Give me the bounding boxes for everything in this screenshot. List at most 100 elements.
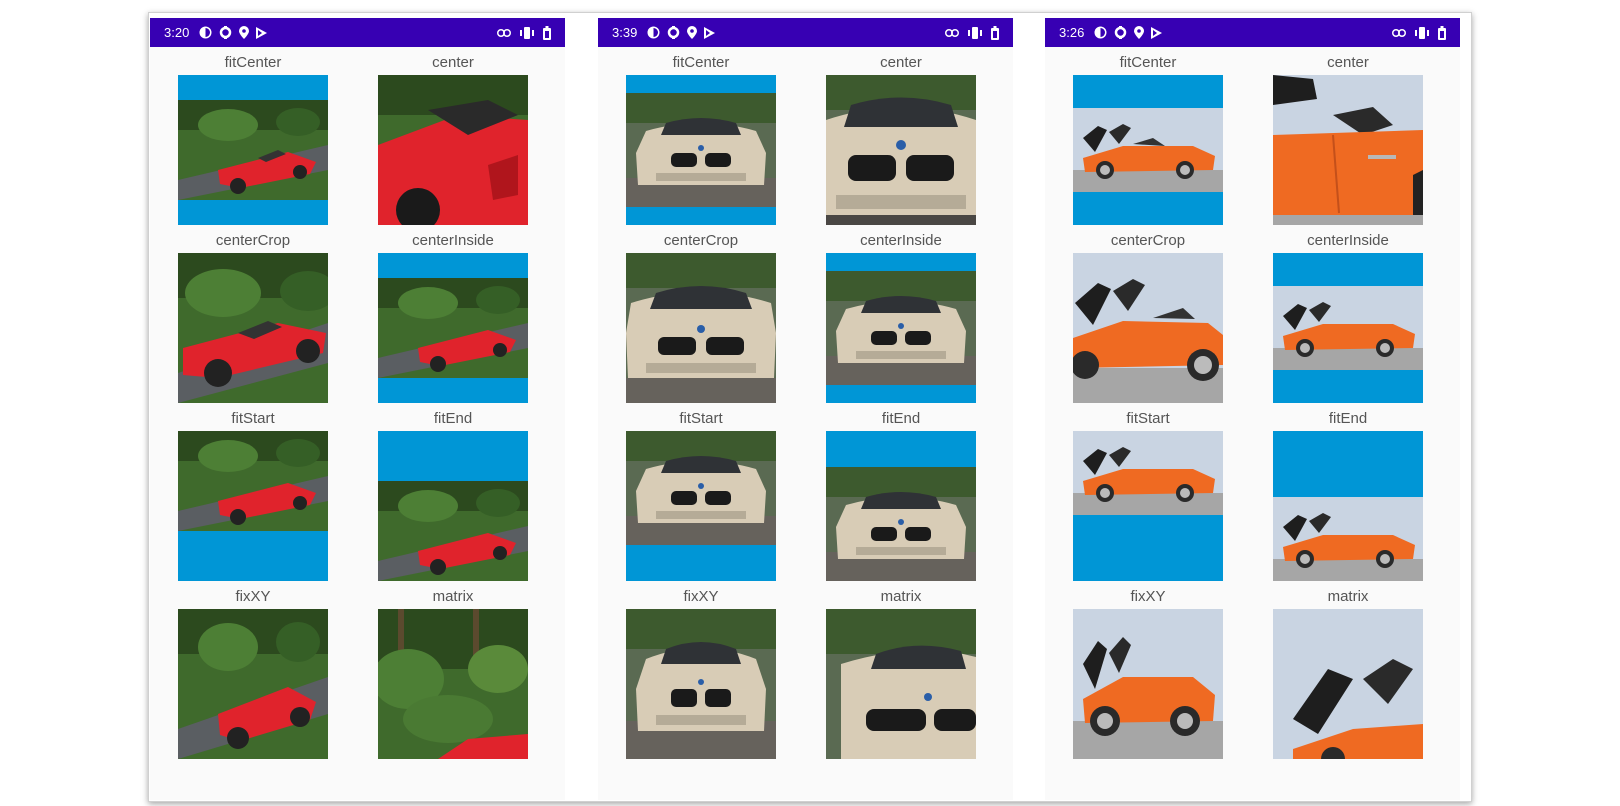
location-pin-icon [239,26,250,39]
fitcenter-image [626,75,776,225]
car-photo [1073,609,1223,759]
link-icon [1392,28,1406,37]
phone-screen-2: 3:39 fitCenter center centerCrop centerI… [598,18,1013,800]
car-photo [378,609,528,759]
matrix-label: matrix [880,588,922,605]
letterbox-band [178,200,328,225]
car-photo [178,100,328,200]
center-label: center [880,54,922,71]
fixxy-image [1073,609,1223,759]
fitend-image [1273,431,1423,581]
car-photo [378,481,528,581]
status-time: 3:20 [164,25,190,40]
car-photo [1273,609,1423,759]
center-label: center [432,54,474,71]
fixxy-label: fixXY [683,588,719,605]
matrix-image [1273,609,1423,759]
fitcenter-label: fitCenter [224,54,282,71]
letterbox-band [178,75,328,100]
car-photo [626,431,776,545]
settings-circle-icon [647,26,660,39]
centerinside-label: centerInside [412,232,494,249]
letterbox-band [826,385,976,403]
fitcenter-image [1073,75,1223,225]
fitcenter-label: fitCenter [1119,54,1177,71]
centerinside-label: centerInside [1307,232,1389,249]
matrix-label: matrix [1327,588,1369,605]
fitstart-image [626,431,776,581]
centercrop-image [1073,253,1223,403]
car-photo [178,431,328,531]
vibrate-icon [968,26,982,39]
letterbox-band [378,378,528,403]
vibrate-icon [520,26,534,39]
vibrate-icon [1415,26,1429,39]
matrix-image [378,609,528,759]
letterbox-band [1073,515,1223,581]
letterbox-band [1073,192,1223,225]
fixxy-image [178,609,328,759]
fitend-label: fitEnd [1328,410,1368,427]
car-photo [1073,253,1223,403]
center-image [378,75,528,225]
centercrop-label: centerCrop [215,232,291,249]
centerinside-label: centerInside [860,232,942,249]
letterbox-band [626,207,776,225]
sync-icon [220,26,232,39]
centerinside-image [378,253,528,403]
fixxy-label: fixXY [235,588,271,605]
car-photo [826,467,976,581]
sync-icon [668,26,680,39]
car-photo [1073,108,1223,192]
fitstart-label: fitStart [231,410,275,427]
letterbox-band [378,431,528,481]
car-photo [378,278,528,378]
letterbox-band [1073,75,1223,108]
location-pin-icon [687,26,698,39]
battery-icon [1438,25,1446,40]
fitcenter-label: fitCenter [672,54,730,71]
letterbox-band [1273,431,1423,497]
status-bar: 3:39 [598,18,1013,47]
letterbox-band [1273,253,1423,286]
phone-screen-1: 3:20 fitCenter center centerCrop centerI… [150,18,565,800]
center-image [826,75,976,225]
centercrop-label: centerCrop [1110,232,1186,249]
car-photo [626,93,776,207]
settings-circle-icon [1094,26,1107,39]
fitstart-label: fitStart [679,410,723,427]
centercrop-label: centerCrop [663,232,739,249]
centercrop-image [178,253,328,403]
matrix-image [826,609,976,759]
link-icon [945,28,959,37]
letterbox-band [378,253,528,278]
location-pin-icon [1134,26,1145,39]
car-photo [826,271,976,385]
car-photo [626,253,776,403]
fitend-image [826,431,976,581]
car-photo [378,75,528,225]
car-photo [826,609,976,759]
status-time: 3:26 [1059,25,1085,40]
play-store-icon [256,26,268,39]
centerinside-image [1273,253,1423,403]
fitend-label: fitEnd [881,410,921,427]
car-photo [1273,497,1423,581]
car-photo [1273,286,1423,370]
status-time: 3:39 [612,25,638,40]
letterbox-band [826,253,976,271]
status-bar: 3:20 [150,18,565,47]
fitend-label: fitEnd [433,410,473,427]
letterbox-band [1273,370,1423,403]
car-photo [178,253,328,403]
letterbox-band [626,545,776,581]
car-photo [178,609,328,759]
fitend-image [378,431,528,581]
play-store-icon [1151,26,1163,39]
center-label: center [1327,54,1369,71]
centerinside-image [826,253,976,403]
center-image [1273,75,1423,225]
link-icon [497,28,511,37]
phone-screen-3: 3:26 fitCenter center centerCrop centerI… [1045,18,1460,800]
battery-icon [991,25,999,40]
